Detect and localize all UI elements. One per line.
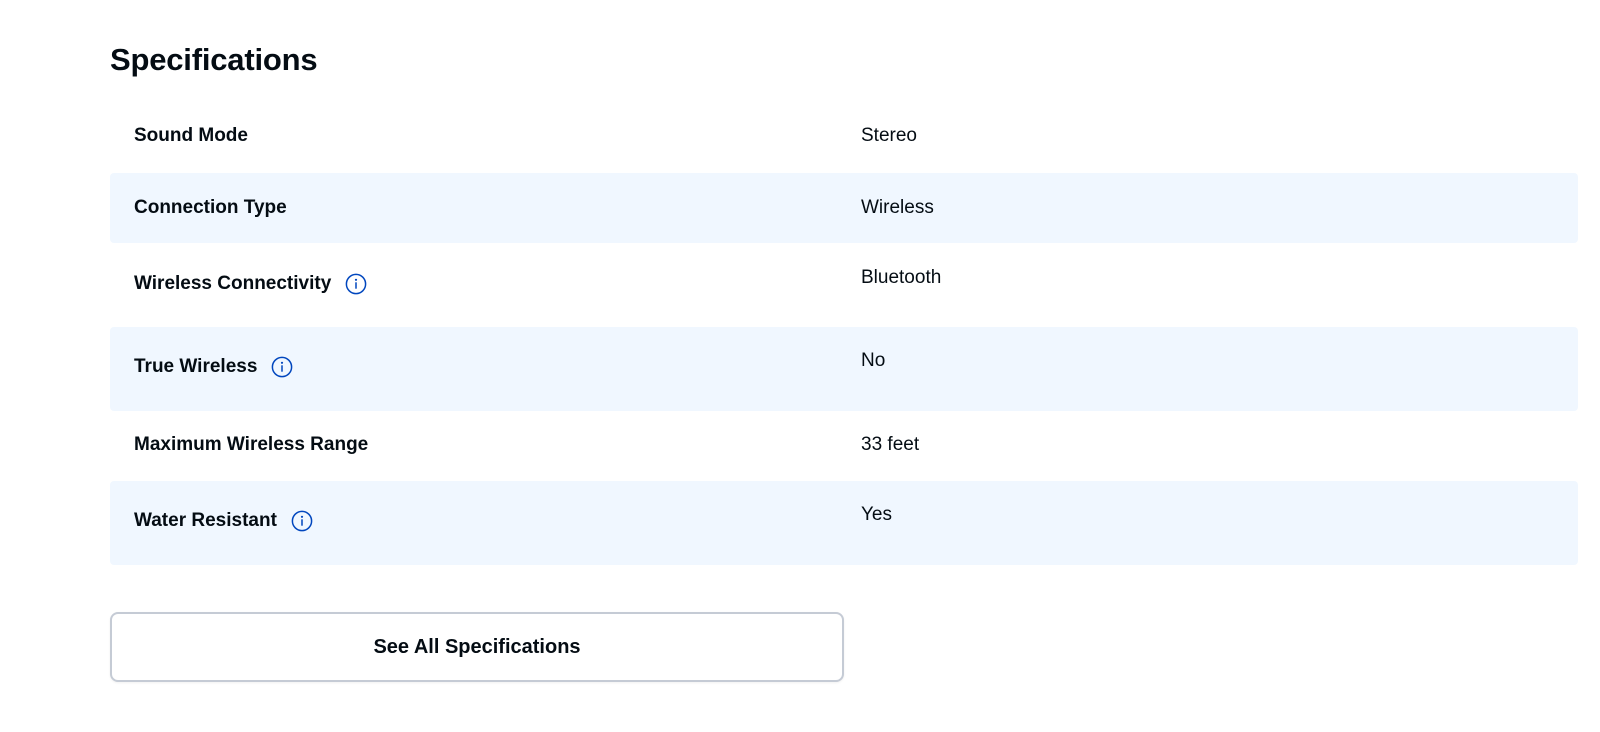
spec-label: Sound Mode [134, 125, 248, 147]
section-title: Specifications [110, 42, 318, 77]
spec-label-text: Sound Mode [134, 125, 248, 146]
spec-label-text: Maximum Wireless Range [134, 434, 369, 455]
spec-row-sound-mode: Sound Mode Stereo [110, 105, 1578, 173]
spec-row-true-wireless: True Wireless No [110, 327, 1578, 411]
spec-label: True Wireless [134, 356, 293, 378]
spec-label-text: True Wireless [134, 356, 258, 377]
spec-row-connection-type: Connection Type Wireless [110, 173, 1578, 243]
spec-value: Wireless [861, 197, 934, 218]
spec-label-text: Connection Type [134, 197, 287, 218]
info-circle-icon[interactable] [345, 273, 367, 295]
see-all-specifications-button[interactable]: See All Specifications [110, 612, 844, 682]
specifications-section: Specifications Sound Mode Stereo Connect… [0, 0, 1600, 732]
spec-value: 33 feet [861, 434, 920, 455]
spec-value: Stereo [861, 125, 917, 146]
spec-label: Wireless Connectivity [134, 273, 367, 295]
spec-value: No [861, 350, 886, 371]
spec-value: Yes [861, 504, 892, 525]
info-circle-icon[interactable] [291, 510, 313, 532]
spec-label: Connection Type [134, 197, 287, 219]
info-circle-icon[interactable] [271, 356, 293, 378]
spec-label-text: Wireless Connectivity [134, 273, 332, 294]
spec-row-water-resistant: Water Resistant Yes [110, 481, 1578, 565]
spec-label: Water Resistant [134, 510, 313, 532]
spec-label: Maximum Wireless Range [134, 434, 368, 456]
spec-value: Bluetooth [861, 267, 942, 288]
spec-row-wireless-connectivity: Wireless Connectivity Bluetooth [110, 243, 1578, 327]
spec-row-maximum-wireless-range: Maximum Wireless Range 33 feet [110, 411, 1578, 481]
spec-table: Sound Mode Stereo Connection Type Wirele… [110, 105, 1578, 565]
spec-label-text: Water Resistant [134, 510, 277, 531]
